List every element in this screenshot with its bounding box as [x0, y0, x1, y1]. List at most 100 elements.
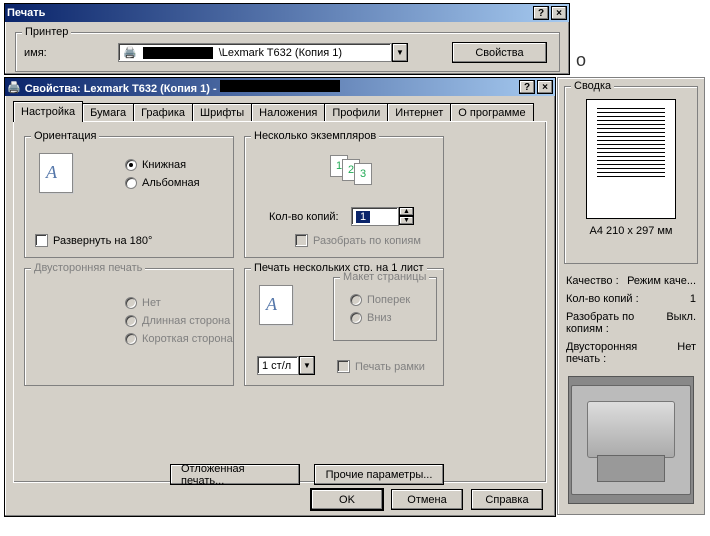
summary-key: Кол-во копий : [566, 293, 639, 305]
radio-duplex-long-label: Длинная сторона [142, 315, 230, 327]
summary-key: Качество : [566, 275, 619, 287]
radio-duplex-short: Короткая сторона [125, 333, 233, 345]
checkbox-icon [35, 234, 48, 247]
help-button[interactable]: ? [533, 6, 549, 20]
print-border-checkbox: Печать рамки [337, 360, 425, 373]
close-button[interactable]: × [537, 80, 553, 94]
summary-key: Разобрать по копиям : [566, 311, 646, 335]
nup-group: Печать нескольких стр. на 1 лист Макет с… [244, 268, 444, 386]
help-button-label: Справка [485, 494, 528, 506]
summary-row: Двусторонняя печать :Нет [564, 338, 698, 368]
tab-panel: Ориентация Книжная Альбомная Развернуть … [13, 121, 547, 483]
tab-fonts-label: Шрифты [200, 107, 244, 119]
name-label: имя: [24, 47, 47, 59]
tab-graphics-label: Графика [141, 107, 185, 119]
other-params-label: Прочие параметры... [326, 469, 433, 481]
cancel-button[interactable]: Отмена [391, 489, 463, 510]
properties-dialog: 🖨️ Свойства: Lexmark T632 (Копия 1) - ? … [4, 77, 556, 517]
tab-about-label: О программе [458, 107, 525, 119]
printer-image-frame [568, 376, 694, 504]
rotate180-label: Развернуть на 180° [53, 235, 152, 247]
summary-row: Разобрать по копиям : Выкл. [564, 308, 698, 338]
tab-overlays-label: Наложения [259, 107, 317, 119]
checkbox-icon [295, 234, 308, 247]
radio-icon [125, 297, 137, 309]
summary-value: 1 [690, 293, 696, 305]
pages-per-sheet-value: 1 ст/л [262, 360, 291, 372]
tab-internet-label: Интернет [395, 107, 443, 119]
printer-name-text: \Lexmark T632 (Копия 1) [219, 47, 342, 59]
dropdown-arrow-icon[interactable]: ▼ [299, 356, 315, 375]
radio-portrait[interactable]: Книжная [125, 159, 186, 171]
orientation-legend: Ориентация [31, 130, 99, 142]
properties-dialog-title: Свойства: Lexmark T632 (Копия 1) - [25, 80, 517, 95]
summary-group: Сводка A4 210 x 297 мм [564, 86, 698, 264]
print-dialog-titlebar: Печать ? × [5, 4, 569, 22]
paper-size-label: A4 210 x 297 мм [565, 225, 697, 237]
help-button[interactable]: ? [519, 80, 535, 94]
deferred-print-label: Отложенная печать... [181, 463, 289, 487]
page-preview [586, 99, 676, 219]
properties-title-prefix: Свойства: Lexmark T632 (Копия 1) - [25, 83, 220, 95]
properties-button[interactable]: Свойства [452, 42, 547, 63]
radio-across-label: Поперек [367, 294, 410, 306]
close-button[interactable]: × [551, 6, 567, 20]
orientation-group: Ориентация Книжная Альбомная Развернуть … [24, 136, 234, 258]
radio-icon [125, 315, 137, 327]
printer-name-combo[interactable]: 🖨️ \Lexmark T632 (Копия 1) ▼ [118, 43, 408, 62]
duplex-group: Двусторонняя печать Нет Длинная сторона … [24, 268, 234, 386]
radio-duplex-none-label: Нет [142, 297, 161, 309]
help-button[interactable]: Справка [471, 489, 543, 510]
radio-landscape-label: Альбомная [142, 177, 200, 189]
radio-across: Поперек [350, 294, 410, 306]
summary-value: Режим каче... [627, 275, 696, 287]
collate-checkbox: Разобрать по копиям [295, 234, 421, 247]
radio-down-label: Вниз [367, 312, 392, 324]
other-params-button[interactable]: Прочие параметры... [314, 464, 444, 485]
cancel-button-label: Отмена [407, 494, 446, 506]
print-border-label: Печать рамки [355, 361, 425, 373]
print-dialog-title: Печать [7, 7, 531, 19]
rotate180-checkbox[interactable]: Развернуть на 180° [35, 234, 152, 247]
printer-icon: 🖨️ [7, 81, 21, 94]
tab-setup-label: Настройка [21, 106, 75, 118]
duplex-legend: Двусторонняя печать [31, 262, 145, 274]
page-layout-group: Макет страницы Поперек Вниз [333, 277, 437, 341]
summary-value: Выкл. [666, 311, 696, 335]
radio-icon [125, 159, 137, 171]
summary-row: Кол-во копий : 1 [564, 290, 698, 308]
deferred-print-button[interactable]: Отложенная печать... [170, 464, 300, 485]
summary-legend: Сводка [571, 80, 614, 92]
page-icon [259, 285, 293, 325]
copies-spinner[interactable]: ▲ ▼ [399, 207, 414, 225]
summary-key: Двусторонняя печать : [566, 341, 646, 365]
copies-count-label: Кол-во копий: [269, 211, 339, 223]
radio-icon [125, 333, 137, 345]
summary-row: Качество : Режим каче... [564, 272, 698, 290]
checkbox-icon [337, 360, 350, 373]
properties-button-label: Свойства [475, 47, 523, 59]
spinner-up-icon[interactable]: ▲ [399, 207, 414, 216]
printer-group: Принтер имя: 🖨️ \Lexmark T632 (Копия 1) … [15, 32, 560, 72]
collate-label: Разобрать по копиям [313, 235, 421, 247]
dropdown-arrow-icon[interactable]: ▼ [392, 43, 408, 62]
copies-icon: 1 2 3 [330, 155, 372, 185]
spinner-down-icon[interactable]: ▼ [399, 216, 414, 225]
tab-profiles-label: Профили [332, 107, 380, 119]
copies-group: Несколько экземпляров 1 2 3 Кол-во копий… [244, 136, 444, 258]
ok-button[interactable]: OK [311, 489, 383, 510]
redacted [143, 47, 213, 59]
ok-button-label: OK [339, 494, 355, 506]
background-text: о [576, 50, 586, 71]
summary-panel: Сводка A4 210 x 297 мм Качество : Режим к… [557, 77, 705, 515]
radio-icon [125, 177, 137, 189]
radio-duplex-none: Нет [125, 297, 161, 309]
pages-per-sheet-combo[interactable]: 1 ст/л ▼ [257, 356, 315, 375]
page-icon [39, 153, 73, 193]
radio-landscape[interactable]: Альбомная [125, 177, 200, 189]
tab-paper-label: Бумага [90, 107, 126, 119]
tab-setup[interactable]: Настройка [13, 101, 83, 122]
radio-icon [350, 294, 362, 306]
copies-count-input[interactable]: 1 [351, 207, 399, 226]
radio-duplex-short-label: Короткая сторона [142, 333, 233, 345]
